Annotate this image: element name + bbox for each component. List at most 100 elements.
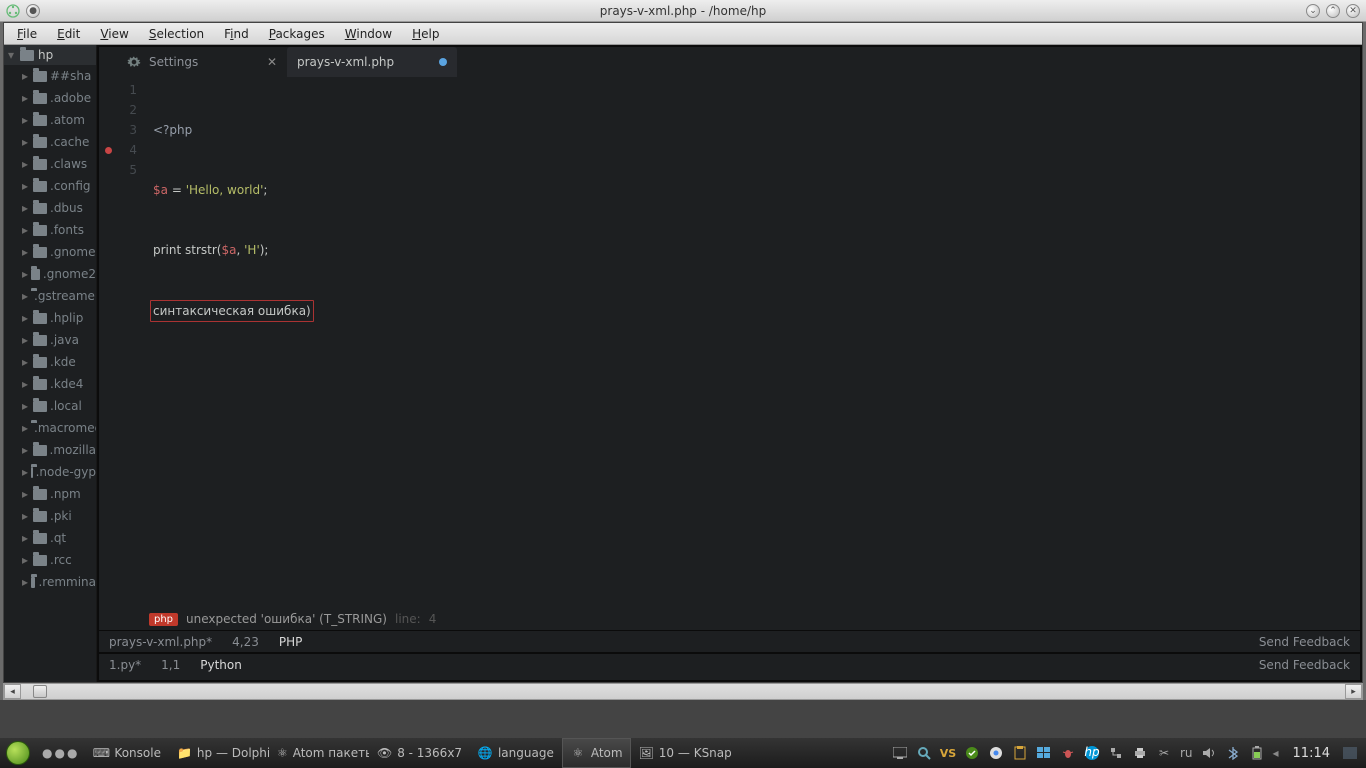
menu-packages[interactable]: Packages bbox=[259, 25, 335, 43]
tree-item[interactable]: ▸.npm bbox=[4, 483, 96, 505]
tab-file[interactable]: prays-v-xml.php bbox=[287, 47, 457, 77]
tree-item[interactable]: ▸.dbus bbox=[4, 197, 96, 219]
tree-item[interactable]: ▸.macromedia bbox=[4, 417, 96, 439]
tree-item[interactable]: ▸.cache bbox=[4, 131, 96, 153]
tree-item[interactable]: ▸.gnome bbox=[4, 241, 96, 263]
tree-item[interactable]: ▸.config bbox=[4, 175, 96, 197]
taskbar-task[interactable]: 🖼10 — KSnapshot bbox=[631, 738, 731, 768]
window-menu-icon[interactable]: ● bbox=[26, 4, 40, 18]
tab-settings[interactable]: Settings ✕ bbox=[117, 47, 287, 77]
tree-item[interactable]: ▸.java bbox=[4, 329, 96, 351]
tree-item[interactable]: ▸.claws bbox=[4, 153, 96, 175]
close-icon[interactable]: ✕ bbox=[267, 55, 277, 69]
tree-item[interactable]: ▸.qt bbox=[4, 527, 96, 549]
tray-expand-icon[interactable]: ◂ bbox=[1273, 746, 1281, 760]
tray-hp-icon[interactable]: hp bbox=[1084, 745, 1100, 761]
modified-dot-icon bbox=[439, 58, 447, 66]
status-lang[interactable]: Python bbox=[190, 658, 252, 672]
chevron-right-icon: ▸ bbox=[22, 465, 28, 479]
tray-desktop-icon[interactable] bbox=[892, 745, 908, 761]
clock[interactable]: 11:14 bbox=[1289, 746, 1334, 761]
folder-icon bbox=[31, 269, 40, 280]
scroll-thumb[interactable] bbox=[33, 685, 47, 698]
scroll-left-button[interactable]: ◂ bbox=[4, 684, 21, 699]
tray-battery-icon[interactable] bbox=[1249, 745, 1265, 761]
tree-item[interactable]: ▸.pki bbox=[4, 505, 96, 527]
quicklaunch-icon[interactable]: ●●● bbox=[36, 746, 85, 760]
menu-window[interactable]: Window bbox=[335, 25, 402, 43]
show-desktop-icon[interactable] bbox=[1342, 745, 1358, 761]
chevron-right-icon: ▸ bbox=[22, 377, 30, 391]
status-cursor[interactable]: 1,1 bbox=[151, 658, 190, 672]
close-button[interactable]: ✕ bbox=[1346, 4, 1360, 18]
code-token: 'H' bbox=[244, 243, 260, 257]
status-file[interactable]: prays-v-xml.php* bbox=[99, 635, 222, 649]
keyboard-layout[interactable]: ru bbox=[1180, 745, 1193, 761]
taskbar-task[interactable]: ⚛Atom пакеты bbox=[269, 738, 369, 768]
tree-item[interactable]: ▸.adobe bbox=[4, 87, 96, 109]
tree-item[interactable]: ▸.remmina bbox=[4, 571, 96, 593]
status-lang[interactable]: PHP bbox=[269, 635, 313, 649]
tree-item-label: .hplip bbox=[50, 311, 83, 325]
taskbar-task[interactable]: 👁8 - 1366x7 bbox=[369, 738, 469, 768]
tray-network-icon[interactable] bbox=[1108, 745, 1124, 761]
send-feedback-link[interactable]: Send Feedback bbox=[1249, 658, 1360, 672]
status-cursor[interactable]: 4,23 bbox=[222, 635, 269, 649]
tree-item[interactable]: ▸.rcc bbox=[4, 549, 96, 571]
tree-item[interactable]: ▸##sha bbox=[4, 65, 96, 87]
taskbar-task[interactable]: 🌐language bbox=[469, 738, 562, 768]
code-editor[interactable]: 1 2 3 4 5 <?php $a = 'Hello, world'; pri… bbox=[99, 77, 1360, 608]
horizontal-scrollbar[interactable]: ◂ ▸ bbox=[3, 683, 1363, 700]
send-feedback-link[interactable]: Send Feedback bbox=[1249, 635, 1360, 649]
chevron-right-icon: ▸ bbox=[22, 289, 28, 303]
atom-app: File Edit View Selection Find Packages W… bbox=[3, 22, 1363, 683]
menu-selection[interactable]: Selection bbox=[139, 25, 214, 43]
tray-scissors-icon[interactable]: ✂ bbox=[1156, 745, 1172, 761]
linter-bar: php unexpected 'ошибка' (T_STRING) line:… bbox=[99, 608, 1360, 630]
tray-volume-icon[interactable] bbox=[1201, 745, 1217, 761]
taskbar-task[interactable]: ⌨Konsole bbox=[85, 738, 169, 768]
task-label: Konsole bbox=[114, 746, 161, 760]
tray-windows-icon[interactable] bbox=[1036, 745, 1052, 761]
tray-bluetooth-icon[interactable] bbox=[1225, 745, 1241, 761]
status-file[interactable]: 1.py* bbox=[99, 658, 151, 672]
menu-view[interactable]: View bbox=[90, 25, 138, 43]
taskbar-task[interactable]: 📁hp — Dolphin bbox=[169, 738, 269, 768]
taskbar-task[interactable]: ⚛Atom bbox=[562, 738, 631, 768]
tree-item[interactable]: ▸.mozilla bbox=[4, 439, 96, 461]
tree-item[interactable]: ▸.gstreamer bbox=[4, 285, 96, 307]
task-label: Atom bbox=[591, 746, 623, 760]
scroll-track[interactable] bbox=[21, 684, 1345, 699]
menu-help[interactable]: Help bbox=[402, 25, 449, 43]
maximize-button[interactable]: ⌃ bbox=[1326, 4, 1340, 18]
tree-root[interactable]: ▾ hp bbox=[4, 45, 96, 65]
tree-item[interactable]: ▸.gnome2 bbox=[4, 263, 96, 285]
tray-search-icon[interactable] bbox=[916, 745, 932, 761]
tree-item[interactable]: ▸.local bbox=[4, 395, 96, 417]
tray-clipboard-icon[interactable] bbox=[1012, 745, 1028, 761]
menu-find[interactable]: Find bbox=[214, 25, 259, 43]
minimize-button[interactable]: ⌄ bbox=[1306, 4, 1320, 18]
start-button[interactable] bbox=[6, 741, 30, 765]
code-content[interactable]: <?php $a = 'Hello, world'; print strstr(… bbox=[147, 77, 1360, 608]
tree-item[interactable]: ▸.node-gyp bbox=[4, 461, 96, 483]
menu-edit[interactable]: Edit bbox=[47, 25, 90, 43]
menu-file[interactable]: File bbox=[7, 25, 47, 43]
tray-vs-icon[interactable]: VS bbox=[940, 745, 956, 761]
tray-update-icon[interactable] bbox=[964, 745, 980, 761]
tree-view[interactable]: ▾ hp ▸##sha▸.adobe▸.atom▸.cache▸.claws▸.… bbox=[4, 45, 97, 682]
tree-item[interactable]: ▸.kde4 bbox=[4, 373, 96, 395]
tree-item-label: .pki bbox=[50, 509, 72, 523]
tree-item-label: .fonts bbox=[50, 223, 84, 237]
tray-chrome-icon[interactable] bbox=[988, 745, 1004, 761]
scroll-right-button[interactable]: ▸ bbox=[1345, 684, 1362, 699]
tray-bug-icon[interactable] bbox=[1060, 745, 1076, 761]
tray-printer-icon[interactable] bbox=[1132, 745, 1148, 761]
tree-item[interactable]: ▸.atom bbox=[4, 109, 96, 131]
code-token: strstr bbox=[185, 243, 217, 257]
tree-item-label: .kde bbox=[50, 355, 76, 369]
tree-item[interactable]: ▸.hplip bbox=[4, 307, 96, 329]
tree-item-label: .local bbox=[50, 399, 82, 413]
tree-item[interactable]: ▸.kde bbox=[4, 351, 96, 373]
tree-item[interactable]: ▸.fonts bbox=[4, 219, 96, 241]
